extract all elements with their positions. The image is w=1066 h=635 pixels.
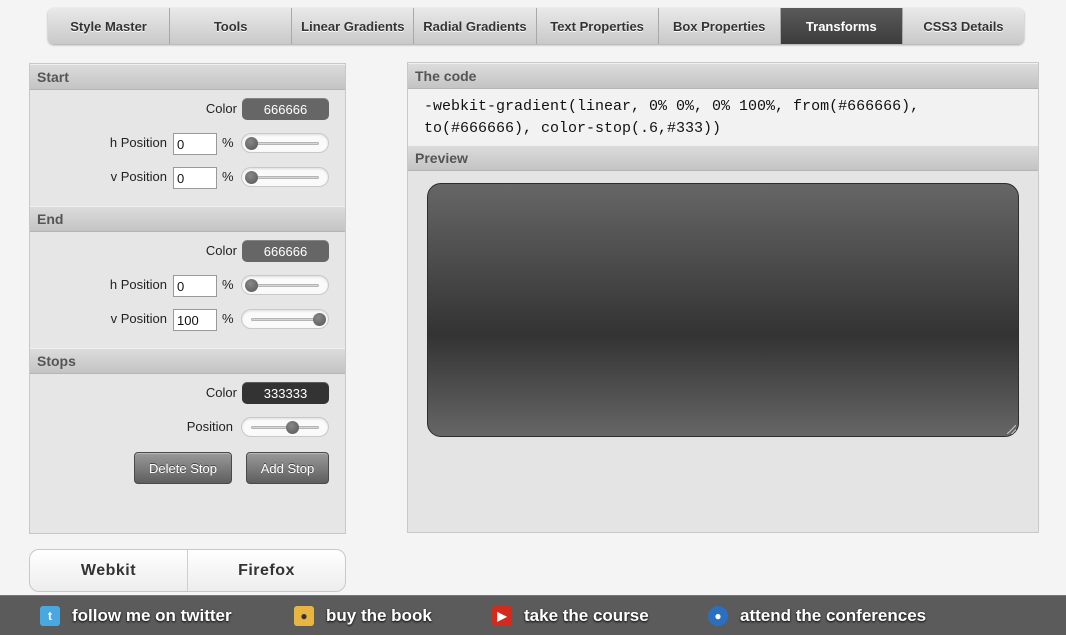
percent-sign: % <box>222 311 234 326</box>
code-section-header: The code <box>408 63 1038 89</box>
slider-thumb[interactable] <box>285 421 299 434</box>
globe-icon: ● <box>708 606 728 626</box>
stop-position-slider[interactable] <box>241 417 329 437</box>
slider-thumb[interactable] <box>245 171 258 184</box>
start-section-header: Start <box>30 64 345 90</box>
gradient-controls-panel: Start Color 666666 h Position % v Positi… <box>29 63 346 534</box>
slider-thumb[interactable] <box>245 137 258 150</box>
tab-css3-details[interactable]: CSS3 Details <box>903 8 1024 44</box>
footer-bar: t follow me on twitter ● buy the book ▶ … <box>0 595 1066 635</box>
twitter-link-label: follow me on twitter <box>72 606 232 625</box>
resize-grip-icon[interactable] <box>1007 425 1016 434</box>
tab-transforms[interactable]: Transforms <box>780 8 903 44</box>
output-panel: The code -webkit-gradient(linear, 0% 0%,… <box>407 62 1039 533</box>
percent-sign: % <box>222 169 234 184</box>
stop-color-row: Color 333333 <box>30 376 345 410</box>
delete-stop-button[interactable]: Delete Stop <box>134 452 232 484</box>
tab-style-master[interactable]: Style Master <box>48 8 171 44</box>
top-nav: Style Master Tools Linear Gradients Radi… <box>48 8 1024 44</box>
end-color-row: Color 666666 <box>30 234 345 268</box>
end-color-label: Color <box>205 243 237 258</box>
stop-position-row: Position <box>30 410 345 444</box>
stop-position-label: Position <box>186 419 233 434</box>
conferences-link-label: attend the conferences <box>740 606 927 625</box>
tab-linear-gradients[interactable]: Linear Gradients <box>292 8 415 44</box>
browser-toggle: Webkit Firefox <box>29 549 346 592</box>
add-stop-button[interactable]: Add Stop <box>246 452 329 484</box>
start-v-position-slider[interactable] <box>241 167 329 187</box>
start-h-position-slider[interactable] <box>241 133 329 153</box>
end-color-swatch[interactable]: 666666 <box>242 240 329 262</box>
start-color-swatch[interactable]: 666666 <box>242 98 329 120</box>
tab-box-properties[interactable]: Box Properties <box>659 8 781 44</box>
gradient-preview <box>427 183 1019 437</box>
end-v-position-input[interactable] <box>173 309 217 331</box>
twitter-icon: t <box>40 606 60 626</box>
start-color-row: Color 666666 <box>30 92 345 126</box>
stop-color-swatch[interactable]: 333333 <box>242 382 329 404</box>
end-h-position-input[interactable] <box>173 275 217 297</box>
start-v-position-row: v Position % <box>30 160 345 194</box>
course-link-label: take the course <box>524 606 649 625</box>
end-v-position-row: v Position % <box>30 302 345 336</box>
firefox-option[interactable]: Firefox <box>188 550 345 591</box>
youtube-icon: ▶ <box>492 606 512 626</box>
conferences-link[interactable]: ● attend the conferences <box>708 600 926 632</box>
book-icon: ● <box>294 606 314 626</box>
stop-color-label: Color <box>205 385 237 400</box>
start-v-position-label: v Position <box>110 169 167 184</box>
start-v-position-input[interactable] <box>173 167 217 189</box>
end-h-position-label: h Position <box>109 277 167 292</box>
end-section-header: End <box>30 206 345 232</box>
webkit-option[interactable]: Webkit <box>30 550 188 591</box>
preview-section-header: Preview <box>408 145 1038 171</box>
book-link-label: buy the book <box>326 606 432 625</box>
code-line-2: to(#666666), color-stop(.6,#333)) <box>424 120 722 137</box>
start-color-label: Color <box>205 101 237 116</box>
end-h-position-row: h Position % <box>30 268 345 302</box>
end-h-position-slider[interactable] <box>241 275 329 295</box>
slider-thumb[interactable] <box>245 279 258 292</box>
start-h-position-row: h Position % <box>30 126 345 160</box>
course-link[interactable]: ▶ take the course <box>492 600 649 632</box>
start-h-position-input[interactable] <box>173 133 217 155</box>
stops-section-header: Stops <box>30 348 345 374</box>
start-h-position-label: h Position <box>109 135 167 150</box>
percent-sign: % <box>222 277 234 292</box>
slider-thumb[interactable] <box>313 313 326 326</box>
tab-tools[interactable]: Tools <box>170 8 293 44</box>
tab-radial-gradients[interactable]: Radial Gradients <box>414 8 537 44</box>
twitter-link[interactable]: t follow me on twitter <box>40 600 232 632</box>
code-line-1: -webkit-gradient(linear, 0% 0%, 0% 100%,… <box>424 98 920 115</box>
end-v-position-slider[interactable] <box>241 309 329 329</box>
tab-text-properties[interactable]: Text Properties <box>537 8 659 44</box>
book-link[interactable]: ● buy the book <box>294 600 432 632</box>
generated-code: -webkit-gradient(linear, 0% 0%, 0% 100%,… <box>408 89 1038 145</box>
percent-sign: % <box>222 135 234 150</box>
end-v-position-label: v Position <box>110 311 167 326</box>
